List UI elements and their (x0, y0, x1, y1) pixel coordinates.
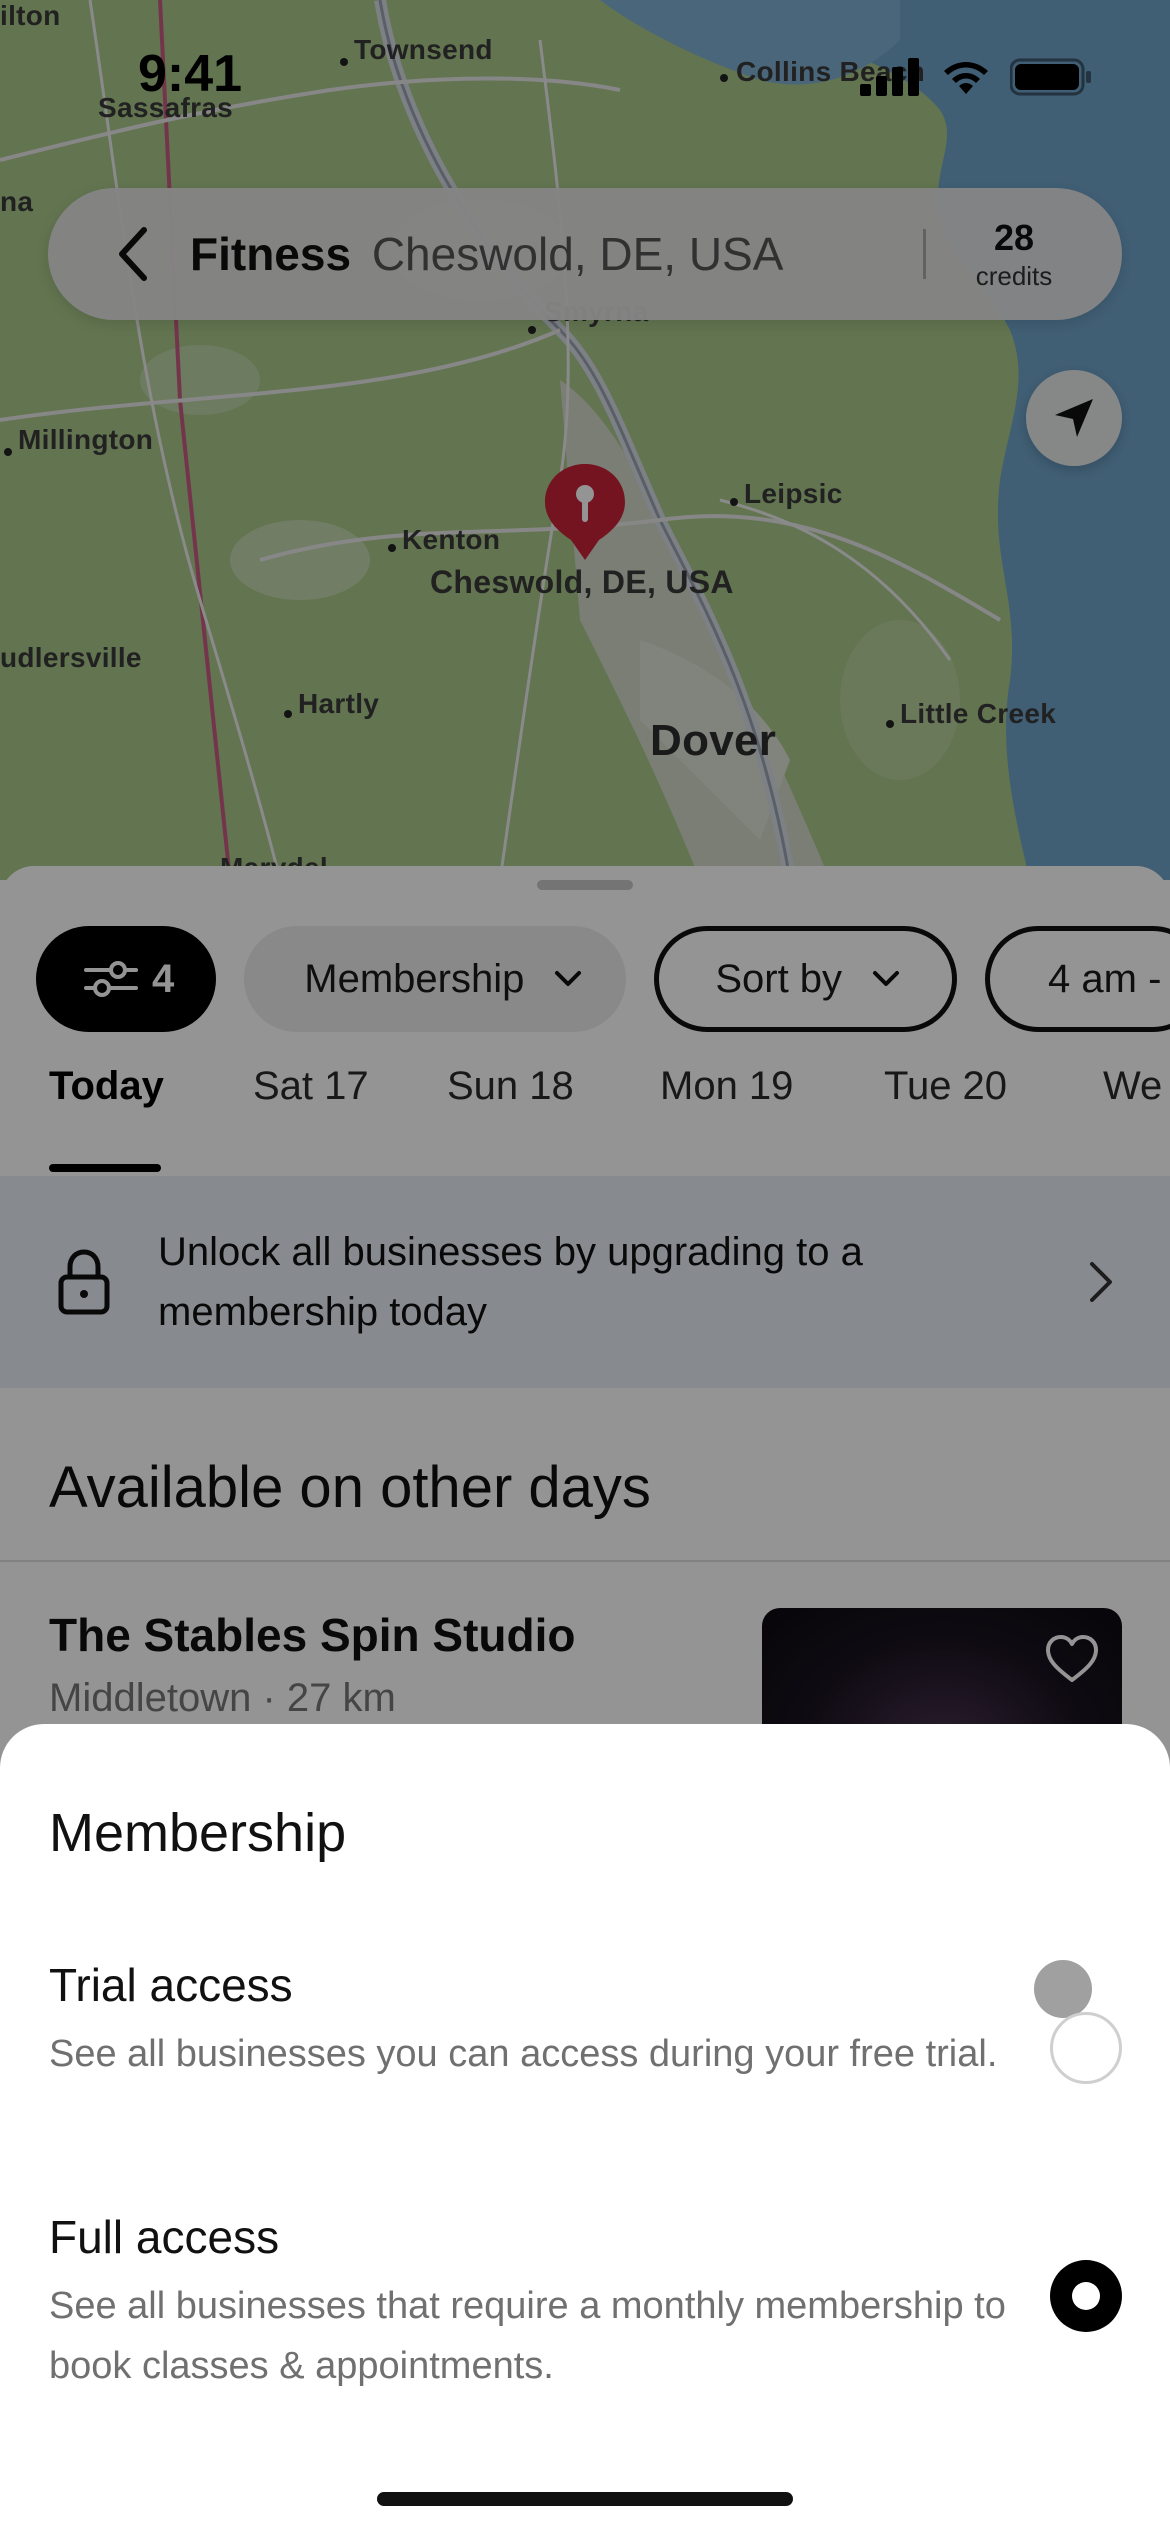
option-trial-access-title[interactable]: Trial access (49, 1958, 293, 2012)
radio-touch-indicator (1034, 1960, 1092, 2018)
radio-trial-access[interactable] (1050, 2012, 1122, 2084)
option-trial-access-description: See all businesses you can access during… (49, 2033, 998, 2075)
option-full-access-title[interactable]: Full access (49, 2210, 279, 2264)
radio-full-access[interactable] (1050, 2260, 1122, 2332)
home-indicator[interactable] (377, 2492, 793, 2506)
option-full-access-description: See all businesses that require a monthl… (49, 2285, 1006, 2387)
membership-sheet: Membership Trial access See all business… (0, 1724, 1170, 2532)
membership-sheet-title: Membership (49, 1803, 347, 1863)
